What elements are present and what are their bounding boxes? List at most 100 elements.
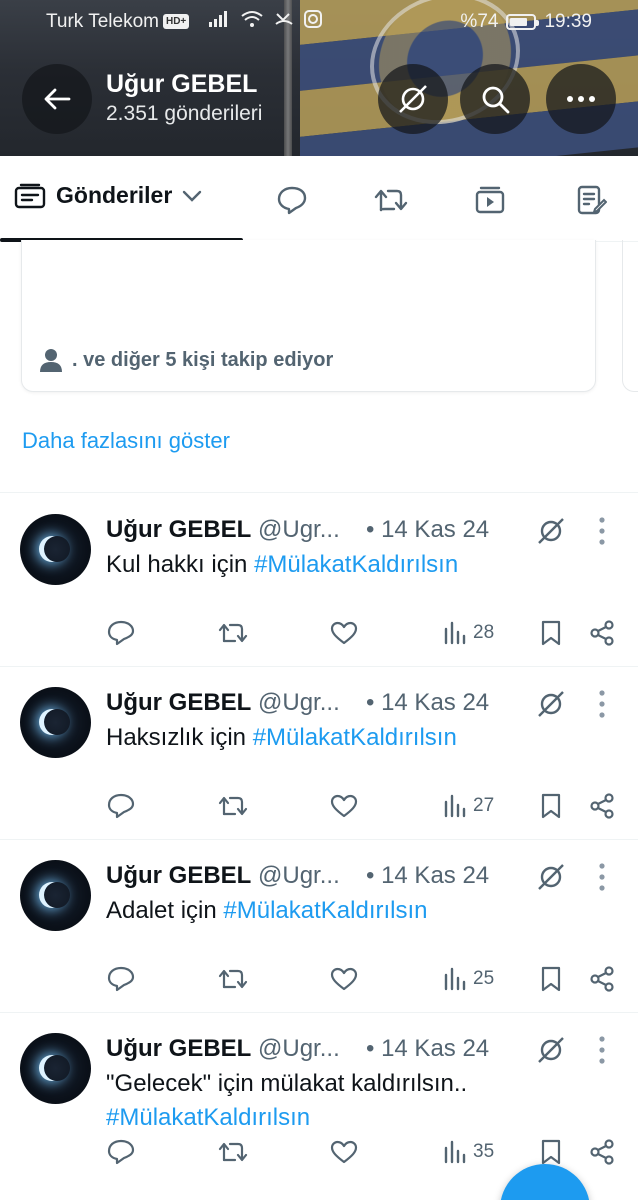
tab-posts[interactable]: Gönderiler xyxy=(14,182,202,209)
views-button[interactable]: 35 xyxy=(443,1137,494,1167)
more-button[interactable] xyxy=(546,64,616,134)
back-arrow-icon xyxy=(44,88,71,110)
views-count: 27 xyxy=(473,795,495,816)
reply-button[interactable] xyxy=(107,618,135,648)
more-vertical-icon[interactable] xyxy=(592,1035,612,1065)
back-button[interactable] xyxy=(22,64,92,134)
missed-call-icon xyxy=(275,13,293,25)
followed-by-line: . ve diğer 5 kişi takip ediyor xyxy=(40,348,333,372)
hashtag-link[interactable]: #MülakatKaldırılsın xyxy=(253,724,457,751)
grok-icon[interactable] xyxy=(536,1035,566,1065)
heart-icon xyxy=(330,967,358,991)
repost-button[interactable] xyxy=(217,964,249,994)
reply-icon xyxy=(107,1139,135,1165)
share-icon xyxy=(590,966,614,992)
tweet[interactable]: Uğur GEBEL @Ugr... • 14 Kas 24 Adalet iç… xyxy=(0,840,638,1013)
reply-button[interactable] xyxy=(107,791,135,821)
views-bar-chart-icon xyxy=(444,967,466,991)
media-play-icon xyxy=(475,186,505,214)
status-bar: Turk Telekom HD+ %74 19:39 xyxy=(0,8,638,38)
tweet-body-text: Adalet için xyxy=(106,897,224,924)
next-card-peek[interactable] xyxy=(622,240,638,392)
heart-icon xyxy=(330,621,358,645)
tweet-text: "Gelecek" için mülakat kaldırılsın.. #Mül… xyxy=(106,1067,606,1135)
grok-icon[interactable] xyxy=(536,862,566,892)
search-button[interactable] xyxy=(460,64,530,134)
like-button[interactable] xyxy=(330,791,358,821)
tweet-header: Uğur GEBEL @Ugr... xyxy=(106,689,340,717)
tweet-date[interactable]: • 14 Kas 24 xyxy=(366,1035,489,1063)
repost-button[interactable] xyxy=(217,1137,249,1167)
tweet-author-name[interactable]: Uğur GEBEL xyxy=(106,516,251,543)
avatar[interactable] xyxy=(20,514,91,585)
grok-icon xyxy=(399,85,427,113)
tweet-date[interactable]: • 14 Kas 24 xyxy=(366,516,489,544)
views-button[interactable]: 25 xyxy=(443,964,494,994)
tab-replies[interactable] xyxy=(274,182,310,218)
share-button[interactable] xyxy=(589,618,615,648)
section-divider xyxy=(0,492,638,493)
like-button[interactable] xyxy=(330,964,358,994)
reply-button[interactable] xyxy=(107,964,135,994)
retweet-icon xyxy=(374,189,408,212)
like-button[interactable] xyxy=(330,1137,358,1167)
tweet-author-name[interactable]: Uğur GEBEL xyxy=(106,689,251,716)
avatar[interactable] xyxy=(20,687,91,758)
tab-articles[interactable] xyxy=(573,182,609,218)
share-button[interactable] xyxy=(589,1137,615,1167)
share-button[interactable] xyxy=(589,964,615,994)
person-icon xyxy=(40,349,62,372)
status-right: %74 19:39 xyxy=(460,11,592,33)
tweet-author-handle[interactable]: @Ugr... xyxy=(258,689,340,716)
tweet-date[interactable]: • 14 Kas 24 xyxy=(366,689,489,717)
tweet-author-name[interactable]: Uğur GEBEL xyxy=(106,862,251,889)
carrier-label: Turk Telekom HD+ xyxy=(46,11,190,33)
article-icon xyxy=(577,185,607,215)
tweet-header: Uğur GEBEL @Ugr... xyxy=(106,1035,340,1063)
grok-icon[interactable] xyxy=(536,689,566,719)
hashtag-link[interactable]: #MülakatKaldırılsın xyxy=(223,897,427,924)
share-icon xyxy=(590,620,614,646)
tweet-author-handle[interactable]: @Ugr... xyxy=(258,1035,340,1062)
repost-button[interactable] xyxy=(217,618,249,648)
show-more-link[interactable]: Daha fazlasını göster xyxy=(22,428,230,454)
tab-reposts[interactable] xyxy=(373,182,409,218)
tweet[interactable]: Uğur GEBEL @Ugr... • 14 Kas 24 "Gelecek"… xyxy=(0,1013,638,1186)
tweet-date[interactable]: • 14 Kas 24 xyxy=(366,862,489,890)
tweet[interactable]: Uğur GEBEL @Ugr... • 14 Kas 24 Haksızlık… xyxy=(0,667,638,840)
signal-icon xyxy=(209,11,227,27)
tab-posts-label: Gönderiler xyxy=(56,182,173,208)
bookmark-button[interactable] xyxy=(540,964,562,994)
tweet[interactable]: Uğur GEBEL @Ugr... • 14 Kas 24 Kul hakkı… xyxy=(0,494,638,667)
tweet-author-name[interactable]: Uğur GEBEL xyxy=(106,1035,251,1062)
more-vertical-icon[interactable] xyxy=(592,689,612,719)
more-vertical-icon[interactable] xyxy=(592,862,612,892)
who-to-follow-card[interactable]: . ve diğer 5 kişi takip ediyor xyxy=(21,240,596,392)
tweet-header: Uğur GEBEL @Ugr... xyxy=(106,516,340,544)
views-button[interactable]: 28 xyxy=(443,618,494,648)
like-button[interactable] xyxy=(330,618,358,648)
bookmark-button[interactable] xyxy=(540,791,562,821)
bookmark-button[interactable] xyxy=(540,1137,562,1167)
battery-icon xyxy=(506,14,540,30)
grok-icon[interactable] xyxy=(536,516,566,546)
tweet-author-handle[interactable]: @Ugr... xyxy=(258,516,340,543)
tab-media[interactable] xyxy=(472,182,508,218)
hashtag-link[interactable]: #MülakatKaldırılsın xyxy=(106,1104,310,1131)
reply-button[interactable] xyxy=(107,1137,135,1167)
repost-button[interactable] xyxy=(217,791,249,821)
avatar[interactable] xyxy=(20,860,91,931)
avatar[interactable] xyxy=(20,1033,91,1104)
hashtag-link[interactable]: #MülakatKaldırılsın xyxy=(254,551,458,578)
grok-button[interactable] xyxy=(378,64,448,134)
heart-icon xyxy=(330,1140,358,1164)
share-button[interactable] xyxy=(589,791,615,821)
more-vertical-icon[interactable] xyxy=(592,516,612,546)
profile-name: Uğur GEBEL xyxy=(106,70,258,98)
tweet-body-text: "Gelecek" için mülakat kaldırılsın.. xyxy=(106,1070,468,1097)
reply-icon xyxy=(107,620,135,646)
views-button[interactable]: 27 xyxy=(443,791,494,821)
bookmark-icon xyxy=(541,793,561,819)
tweet-author-handle[interactable]: @Ugr... xyxy=(258,862,340,889)
bookmark-button[interactable] xyxy=(540,618,562,648)
